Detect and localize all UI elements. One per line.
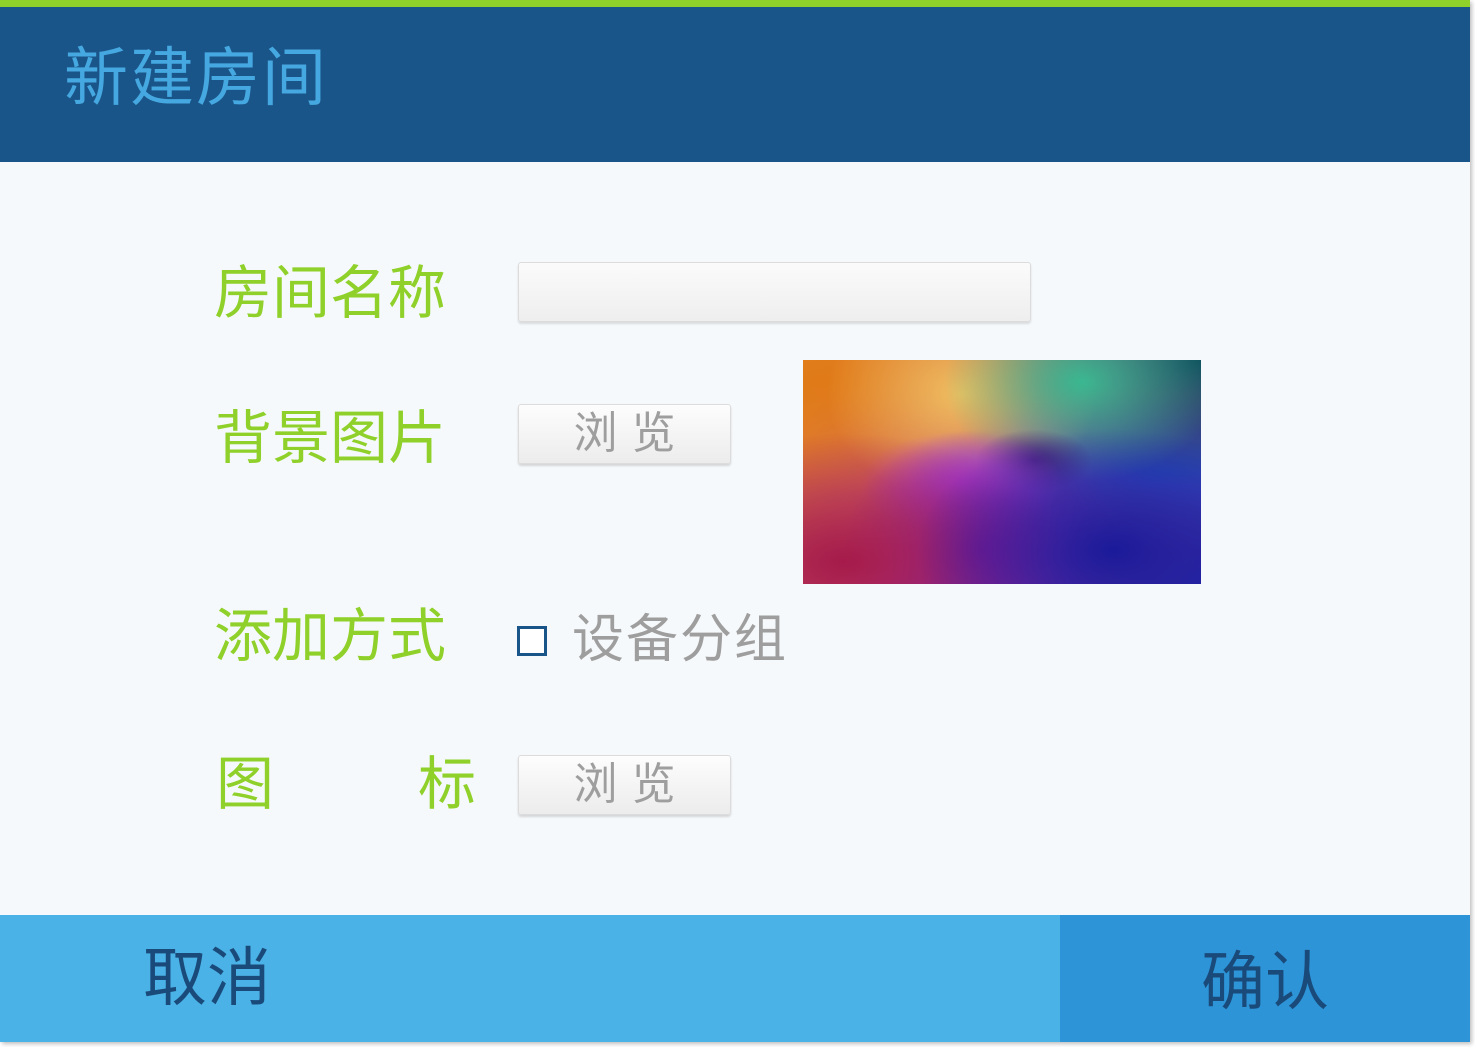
new-room-dialog: 新建房间 房间名称 背景图片 浏览 添加方式 设备分组 图 标 浏览 取消 确认 <box>0 0 1470 1042</box>
cancel-button-label: 取消 <box>143 942 271 1016</box>
icon-label-char-1: 图 <box>216 750 275 818</box>
room-name-label: 房间名称 <box>214 259 447 327</box>
dialog-title: 新建房间 <box>64 42 328 116</box>
icon-label-char-2: 标 <box>418 750 477 818</box>
confirm-button-label: 确认 <box>1201 946 1329 1020</box>
top-accent-bar <box>0 0 1470 7</box>
device-group-label: 设备分组 <box>572 610 789 670</box>
device-group-checkbox[interactable] <box>517 626 547 656</box>
dialog-header: 新建房间 <box>0 7 1470 162</box>
cancel-button[interactable]: 取消 <box>0 915 1060 1042</box>
background-image-preview <box>803 360 1201 584</box>
icon-browse-button[interactable]: 浏览 <box>518 755 731 815</box>
add-mode-label: 添加方式 <box>214 602 447 670</box>
background-browse-button[interactable]: 浏览 <box>518 404 731 464</box>
room-name-input[interactable] <box>518 262 1031 322</box>
background-image-label: 背景图片 <box>214 404 447 472</box>
confirm-button[interactable]: 确认 <box>1060 915 1470 1042</box>
